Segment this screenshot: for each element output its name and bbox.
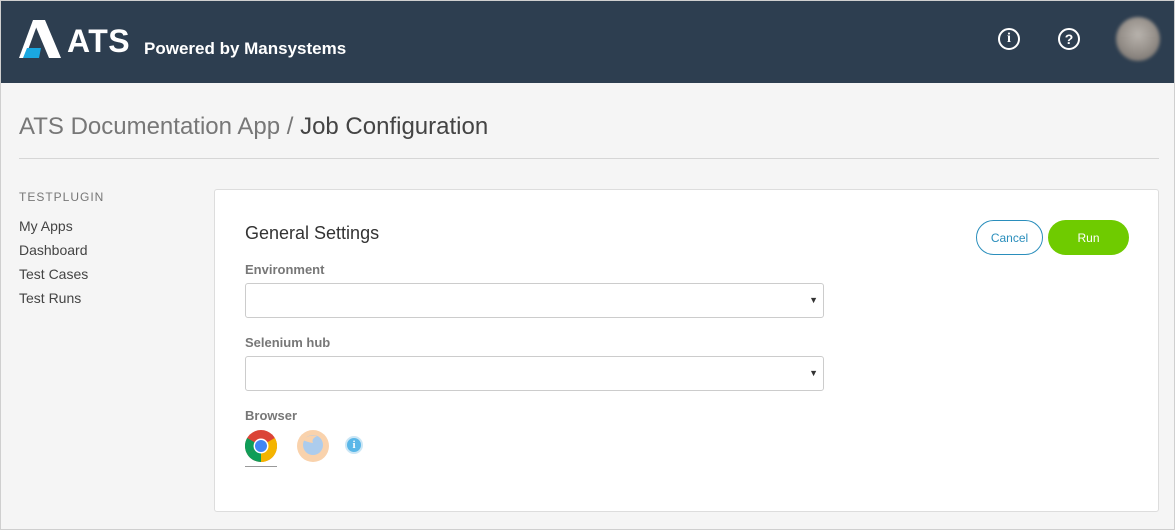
environment-label: Environment — [245, 262, 325, 277]
firefox-icon[interactable] — [297, 430, 329, 462]
sidebar-heading: TESTPLUGIN — [19, 190, 105, 204]
sidebar-item-test-cases[interactable]: Test Cases — [19, 266, 88, 282]
header-divider — [19, 158, 1159, 159]
breadcrumb: ATS Documentation App / Job Configuratio… — [19, 113, 488, 141]
environment-select[interactable]: ▼ — [245, 283, 824, 318]
run-button[interactable]: Run — [1048, 220, 1129, 255]
page-title: Job Configuration — [300, 113, 489, 140]
help-icon[interactable]: ? — [1058, 28, 1080, 50]
browser-info-icon[interactable]: i — [345, 436, 363, 454]
selenium-hub-select[interactable]: ▼ — [245, 356, 824, 391]
logo-text: ATS — [67, 23, 131, 59]
general-settings-card: General Settings Cancel Run Environment … — [214, 189, 1159, 512]
card-title: General Settings — [245, 223, 380, 243]
ats-logo-icon[interactable] — [19, 20, 61, 58]
selenium-hub-label: Selenium hub — [245, 335, 331, 350]
chrome-icon[interactable] — [245, 430, 277, 462]
sidebar-item-dashboard[interactable]: Dashboard — [19, 242, 88, 258]
breadcrumb-separator: / — [286, 113, 294, 140]
caret-down-icon: ▼ — [809, 368, 818, 378]
breadcrumb-app-link[interactable]: ATS Documentation App — [19, 113, 280, 140]
info-icon[interactable]: i — [998, 28, 1020, 50]
cancel-button[interactable]: Cancel — [976, 220, 1043, 255]
sidebar-item-my-apps[interactable]: My Apps — [19, 218, 73, 234]
user-avatar[interactable] — [1116, 17, 1160, 61]
selected-browser-indicator — [245, 466, 277, 467]
top-bar: ATS Powered by Mansystems i ? — [1, 1, 1174, 83]
sidebar-item-test-runs[interactable]: Test Runs — [19, 290, 81, 306]
caret-down-icon: ▼ — [809, 295, 818, 305]
logo-subtitle: Powered by Mansystems — [144, 39, 347, 58]
browser-label: Browser — [245, 408, 298, 423]
